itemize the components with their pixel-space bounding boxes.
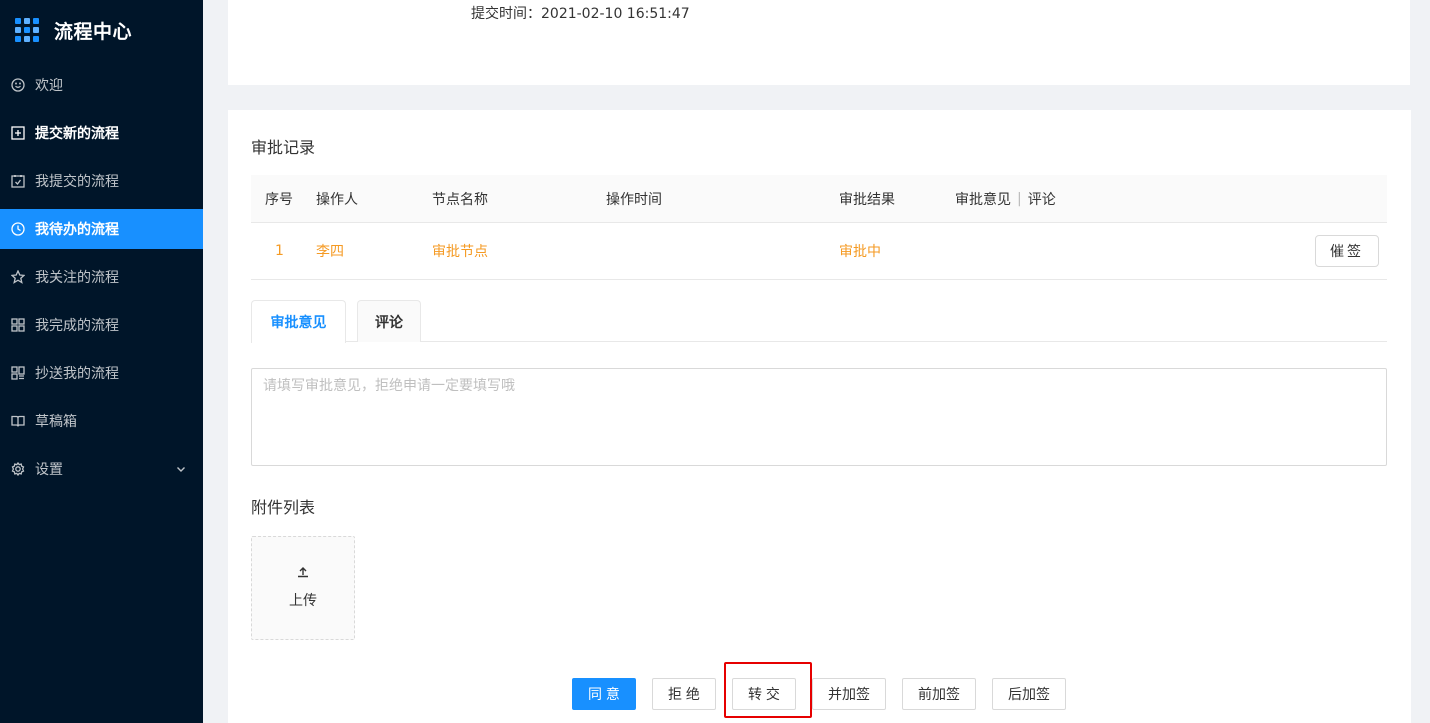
upload-button[interactable]: 上传 <box>251 536 355 640</box>
add-parallel-sign-button[interactable]: 并加签 <box>812 678 886 710</box>
column-header-time: 操作时间 <box>606 191 662 208</box>
sidebar-item-label: 抄送我的流程 <box>35 366 119 382</box>
copy-grid-icon <box>11 366 25 380</box>
gear-icon <box>11 462 25 476</box>
sidebar-item-label: 草稿箱 <box>35 414 77 430</box>
add-after-sign-button[interactable]: 后加签 <box>992 678 1066 710</box>
row-index: 1 <box>275 243 284 259</box>
process-info-card: 提交时间：2021-02-10 16:51:47 <box>228 0 1410 85</box>
column-header-opinion-comment: 审批意见 | 评论 <box>955 175 1056 222</box>
brand: 流程中心 <box>0 0 203 60</box>
attachments-title: 附件列表 <box>251 498 316 517</box>
opinion-tabs: 审批意见 评论 <box>251 300 1387 343</box>
book-icon <box>11 414 25 428</box>
add-before-sign-button[interactable]: 前加签 <box>902 678 976 710</box>
transfer-button[interactable]: 转 交 <box>732 678 796 710</box>
tab-comment[interactable]: 评论 <box>357 300 421 342</box>
remind-button[interactable]: 催签 <box>1315 235 1379 267</box>
approval-record-title: 审批记录 <box>251 138 316 157</box>
column-header-index: 序号 <box>265 191 293 208</box>
upload-label: 上传 <box>289 593 317 609</box>
sidebar-item-label: 我关注的流程 <box>35 270 119 286</box>
sidebar-item-settings[interactable]: 设置 <box>0 449 203 489</box>
column-header-operator: 操作人 <box>316 191 358 208</box>
reject-button[interactable]: 拒 绝 <box>652 678 716 710</box>
tab-approval-opinion[interactable]: 审批意见 <box>251 300 346 343</box>
sidebar-item-my-submitted[interactable]: 我提交的流程 <box>0 161 203 201</box>
column-header-result: 审批结果 <box>839 191 895 208</box>
table-header: 序号 操作人 节点名称 操作时间 审批结果 审批意见 | 评论 <box>251 175 1387 223</box>
brand-title: 流程中心 <box>54 20 133 43</box>
star-icon <box>11 270 25 284</box>
opinion-input[interactable] <box>251 368 1387 466</box>
action-bar: 同 意 拒 绝 转 交 并加签 前加签 后加签 <box>228 678 1411 710</box>
sidebar-item-label: 我提交的流程 <box>35 174 119 190</box>
column-header-node: 节点名称 <box>432 191 488 208</box>
column-divider: | <box>1017 190 1022 207</box>
sidebar-item-label: 设置 <box>35 462 63 478</box>
check-square-icon <box>11 174 25 188</box>
plus-square-icon <box>11 126 25 140</box>
table-row: 1 李四 审批节点 审批中 催签 <box>251 223 1387 280</box>
sidebar-item-my-completed[interactable]: 我完成的流程 <box>0 305 203 345</box>
column-header-opinion: 审批意见 <box>955 191 1011 208</box>
chevron-down-icon <box>175 463 187 475</box>
sidebar-item-label: 提交新的流程 <box>35 126 119 142</box>
sidebar-item-welcome[interactable]: 欢迎 <box>0 65 203 105</box>
sidebar-menu: 欢迎 提交新的流程 我提交的流程 我待办的流程 我关注的流程 我完成的流程 抄送… <box>0 60 203 489</box>
clock-icon <box>11 222 25 236</box>
submit-time: 提交时间：2021-02-10 16:51:47 <box>471 6 690 22</box>
approval-card: 审批记录 序号 操作人 节点名称 操作时间 审批结果 审批意见 | 评论 1 李… <box>228 110 1411 723</box>
sidebar-item-cc-me[interactable]: 抄送我的流程 <box>0 353 203 393</box>
sidebar-item-submit-new[interactable]: 提交新的流程 <box>0 113 203 153</box>
column-header-comment: 评论 <box>1027 191 1056 208</box>
approval-table: 序号 操作人 节点名称 操作时间 审批结果 审批意见 | 评论 1 李四 审批节… <box>251 175 1387 280</box>
row-node: 审批节点 <box>432 244 488 260</box>
sidebar-item-label: 我完成的流程 <box>35 318 119 334</box>
smile-icon <box>11 78 25 92</box>
sidebar-item-label: 欢迎 <box>35 78 63 94</box>
app-grid-icon <box>15 18 39 42</box>
sidebar-item-my-todo[interactable]: 我待办的流程 <box>0 209 203 249</box>
upload-icon <box>297 566 309 582</box>
row-operator: 李四 <box>316 244 344 260</box>
sidebar-item-my-followed[interactable]: 我关注的流程 <box>0 257 203 297</box>
appstore-icon <box>11 318 25 332</box>
row-result: 审批中 <box>839 244 881 260</box>
sidebar: 流程中心 欢迎 提交新的流程 我提交的流程 我待办的流程 我关注的流程 我完成的… <box>0 0 203 723</box>
sidebar-item-label: 我待办的流程 <box>35 222 119 238</box>
agree-button[interactable]: 同 意 <box>572 678 636 710</box>
sidebar-item-drafts[interactable]: 草稿箱 <box>0 401 203 441</box>
